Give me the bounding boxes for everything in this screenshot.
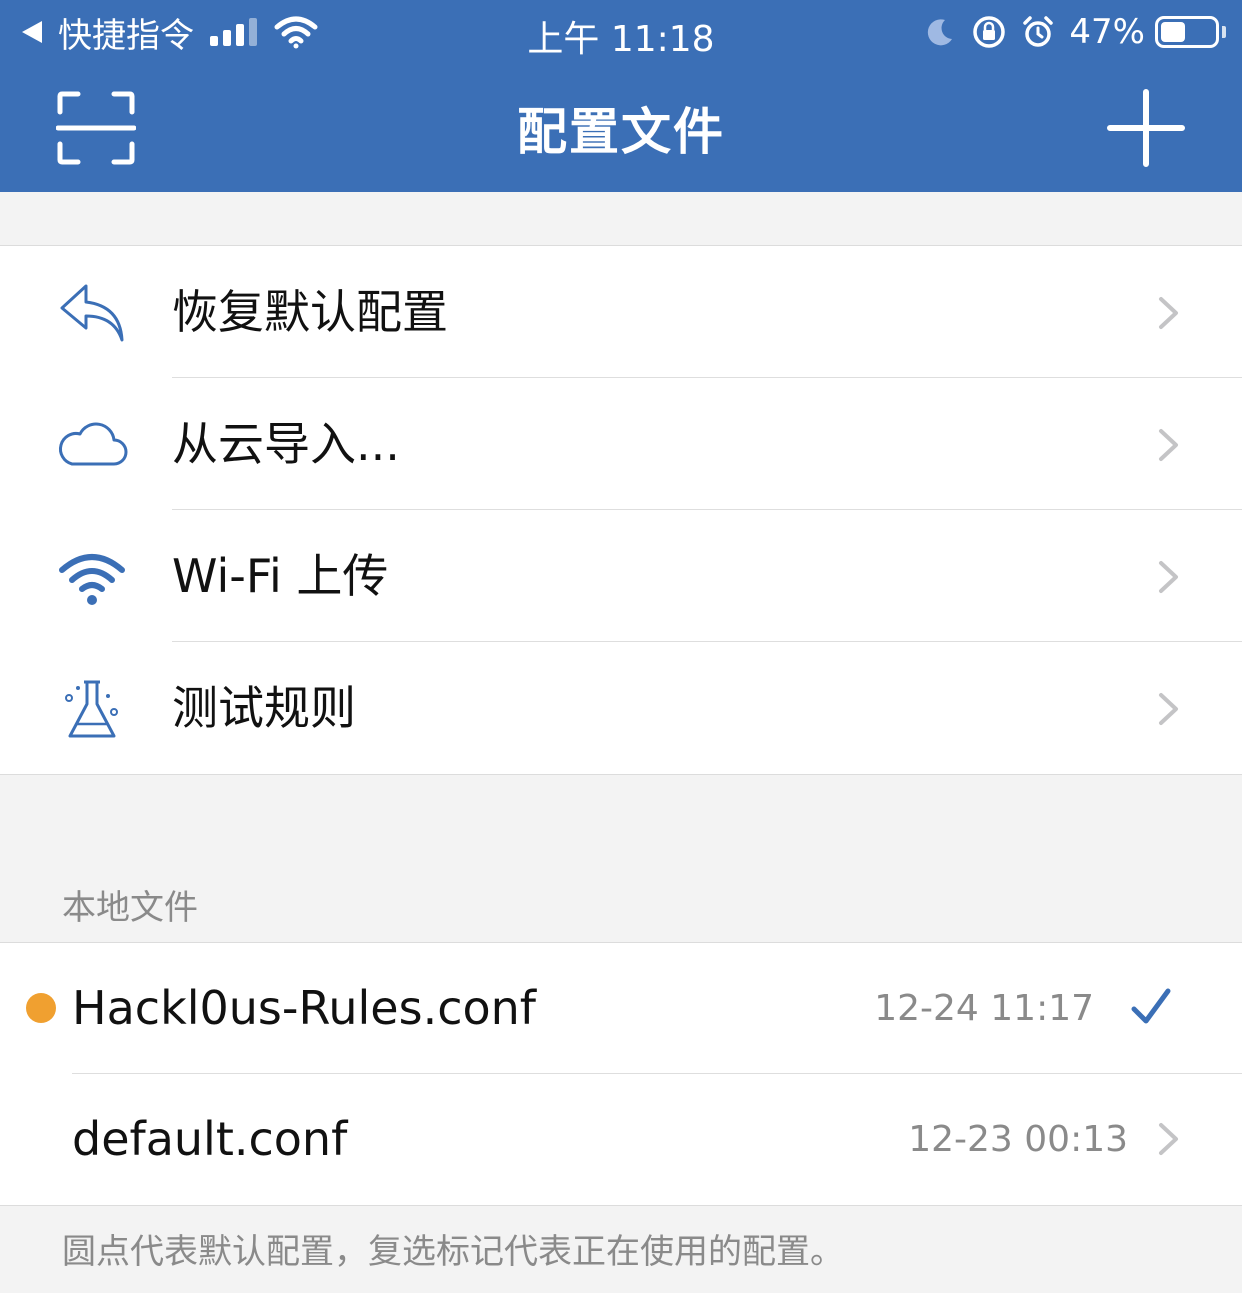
file-date: 12-23 00:13 (908, 1119, 1128, 1160)
status-indicators: 47% (925, 10, 1226, 54)
default-indicator-dot (26, 993, 56, 1023)
battery-icon (1155, 16, 1219, 48)
file-row-hackl0us[interactable]: Hackl0us-Rules.conf 12-24 11:17 (0, 943, 1242, 1074)
header-bar: 快捷指令 上午 11:18 47% 配置文件 (0, 0, 1242, 192)
local-files-header: 本地文件 (62, 888, 198, 928)
page-title: 配置文件 (517, 103, 725, 161)
status-bar: 快捷指令 上午 11:18 47% (0, 0, 1242, 64)
cloud-icon (59, 422, 128, 466)
wifi-upload-label: Wi-Fi 上传 (172, 549, 389, 603)
restore-default-row[interactable]: 恢复默认配置 (0, 246, 1242, 378)
actions-list: 恢复默认配置 从云导入... Wi-Fi 上传 测试规则 (0, 245, 1242, 775)
chevron-right-icon (1159, 429, 1178, 461)
chevron-right-icon (1159, 297, 1178, 329)
battery-percent: 47% (1069, 12, 1145, 52)
chevron-right-icon (1159, 693, 1178, 725)
local-files-list: Hackl0us-Rules.conf 12-24 11:17 default.… (0, 942, 1242, 1206)
file-date: 12-24 11:17 (874, 988, 1094, 1029)
import-from-cloud-row[interactable]: 从云导入... (0, 378, 1242, 510)
rotation-lock-icon (973, 16, 1006, 48)
plus-icon (1107, 89, 1185, 167)
alarm-icon (1023, 16, 1054, 47)
legend-note: 圆点代表默认配置，复选标记代表正在使用的配置。 (62, 1232, 844, 1272)
import-from-cloud-label: 从云导入... (172, 417, 400, 471)
reply-arrow-icon (60, 284, 124, 342)
wifi-icon (59, 554, 125, 605)
battery-level (1161, 22, 1186, 42)
add-config-button[interactable] (1104, 86, 1188, 170)
flask-icon (65, 680, 118, 738)
file-name: Hackl0us-Rules.conf (72, 981, 536, 1035)
restore-default-label: 恢复默认配置 (172, 285, 448, 339)
checkmark-icon (1131, 988, 1171, 1024)
chevron-right-icon (1159, 561, 1178, 593)
test-rules-row[interactable]: 测试规则 (0, 642, 1242, 774)
file-row-default[interactable]: default.conf 12-23 00:13 (0, 1074, 1242, 1205)
battery-tip (1222, 26, 1226, 38)
test-rules-label: 测试规则 (172, 681, 356, 735)
moon-icon (928, 19, 953, 46)
chevron-right-icon (1159, 1123, 1178, 1155)
file-name: default.conf (72, 1112, 348, 1166)
wifi-upload-row[interactable]: Wi-Fi 上传 (0, 510, 1242, 642)
